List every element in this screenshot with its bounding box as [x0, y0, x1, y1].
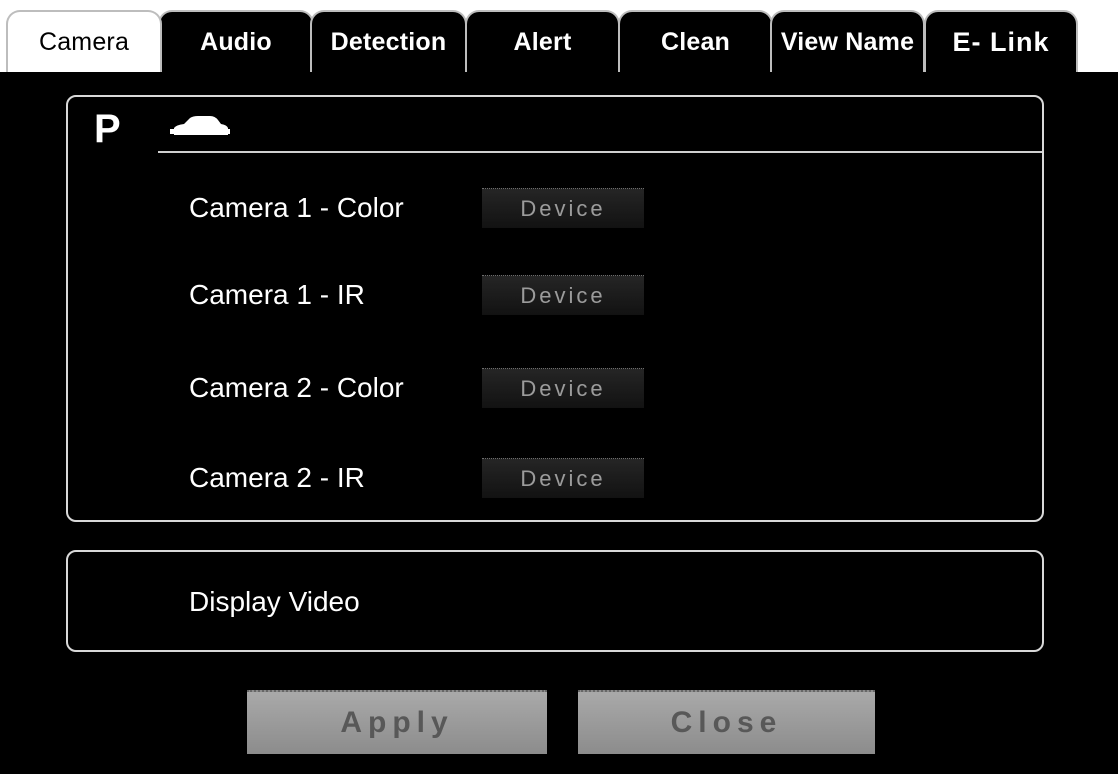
section-divider [158, 151, 1042, 153]
tab-audio[interactable]: Audio [158, 10, 314, 72]
camera-row: Camera 2 - Color Device [68, 360, 1042, 420]
display-video-option[interactable]: Display Video [66, 550, 1044, 652]
parking-badge: P [94, 107, 121, 151]
tab-camera[interactable]: Camera [6, 10, 162, 72]
footer-bar: Apply Close [0, 680, 1118, 774]
camera-label: Camera 1 - Color [189, 192, 404, 223]
camera-row: Camera 2 - IR Device [68, 450, 1042, 510]
close-button[interactable]: Close [578, 690, 875, 754]
camera-label: Camera 2 - Color [189, 372, 404, 403]
device-button[interactable]: Device [482, 458, 644, 498]
tab-view-name[interactable]: View Name [770, 10, 925, 72]
camera-label: Camera 1 - IR [189, 279, 365, 310]
tab-alert[interactable]: Alert [465, 10, 620, 72]
tab-e-link[interactable]: E- Link [924, 10, 1078, 72]
camera-device-group: P Camera 1 - Color Device Camera 1 - IR … [66, 95, 1044, 522]
tab-detection[interactable]: Detection [310, 10, 467, 72]
device-button[interactable]: Device [482, 188, 644, 228]
camera-label: Camera 2 - IR [189, 462, 365, 493]
device-button[interactable]: Device [482, 368, 644, 408]
apply-button[interactable]: Apply [247, 690, 547, 754]
camera-row: Camera 1 - Color Device [68, 180, 1042, 240]
device-button[interactable]: Device [482, 275, 644, 315]
camera-settings-panel: P Camera 1 - Color Device Camera 1 - IR … [0, 72, 1118, 680]
tab-clean[interactable]: Clean [618, 10, 773, 72]
camera-row: Camera 1 - IR Device [68, 267, 1042, 327]
display-video-label: Display Video [189, 586, 360, 617]
tab-bar: Camera Audio Detection Alert Clean View … [0, 0, 1118, 72]
car-icon [170, 116, 230, 135]
